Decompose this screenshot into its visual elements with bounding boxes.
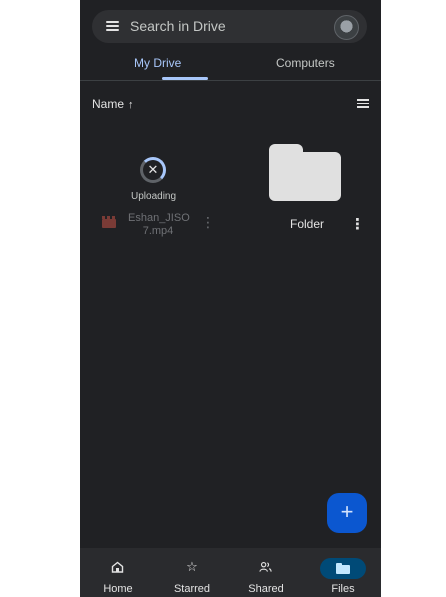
nav-files-label: Files (331, 583, 355, 595)
sort-arrow-icon: ↑ (128, 99, 134, 111)
drive-screen: Search in Drive My Drive Computers Name ↑… (80, 0, 381, 597)
nav-files[interactable]: Files (313, 548, 373, 597)
nav-home[interactable]: Home (88, 548, 148, 597)
tab-bar: My Drive Computers (80, 48, 381, 81)
nav-shared[interactable]: Shared (236, 548, 296, 597)
avatar[interactable] (334, 15, 359, 40)
upload-status: Uploading (131, 191, 177, 202)
folder-name[interactable]: Folder (290, 217, 324, 231)
nav-starred-label: Starred (173, 583, 211, 595)
new-button[interactable]: + (327, 493, 367, 533)
upload-progress-ring: ✕ (140, 157, 166, 183)
file-more-icon[interactable]: ⋮ (201, 214, 215, 231)
cancel-upload-icon[interactable]: ✕ (148, 162, 159, 178)
active-tab-indicator (162, 77, 208, 80)
tab-computers[interactable]: Computers (276, 56, 335, 70)
home-icon (111, 561, 124, 573)
folder-more-icon[interactable]: ⋮ (350, 215, 365, 233)
video-file-icon (102, 216, 116, 228)
menu-icon[interactable] (106, 21, 119, 31)
nav-home-label: Home (103, 583, 133, 595)
folder-icon (336, 563, 350, 574)
nav-shared-label: Shared (248, 583, 284, 595)
sort-button[interactable]: Name ↑ (92, 97, 134, 111)
sort-label: Name (92, 97, 125, 111)
search-placeholder[interactable]: Search in Drive (130, 18, 226, 34)
tab-my-drive[interactable]: My Drive (134, 56, 181, 70)
nav-starred[interactable]: ☆ Starred (162, 548, 222, 597)
folder-thumbnail[interactable] (269, 152, 341, 201)
search-bar[interactable]: Search in Drive (92, 10, 367, 43)
star-icon: ☆ (186, 559, 198, 574)
list-view-icon[interactable] (357, 99, 369, 108)
bottom-navigation: Home ☆ Starred Shared Files (80, 548, 381, 597)
shared-icon (259, 561, 272, 572)
file-name[interactable]: Eshan_JISO 7.mp4 (128, 212, 190, 238)
